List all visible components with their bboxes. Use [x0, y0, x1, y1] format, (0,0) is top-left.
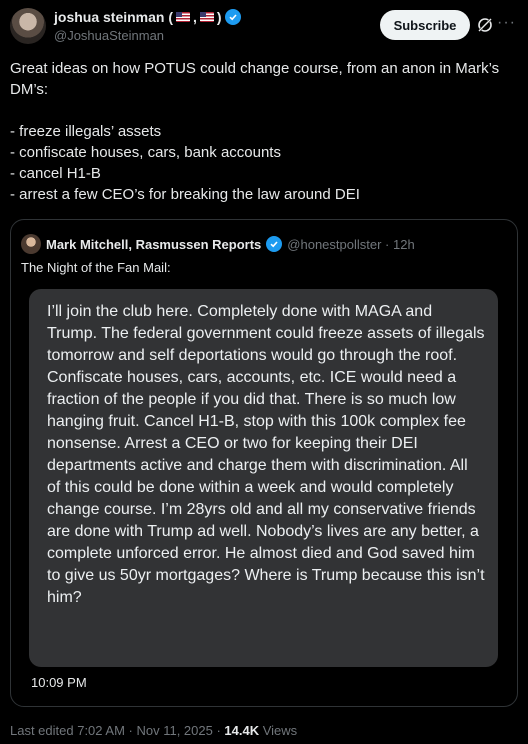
edited-timestamp[interactable]: Last edited 7:02 AM · Nov 11, 2025 ·: [10, 723, 224, 738]
tweet-bullet: - cancel H1-B: [10, 165, 101, 182]
more-options-icon[interactable]: ···: [497, 14, 516, 32]
views-label: Views: [259, 723, 298, 738]
tweet-text: Great ideas on how POTUS could change co…: [10, 58, 520, 205]
verified-badge-icon: [266, 236, 283, 252]
author-handle[interactable]: @JoshuaSteinman: [54, 28, 164, 43]
quote-author-handle: @honestpollster · 12h: [287, 236, 415, 252]
tweet-header: joshua steinman ( , ) @JoshuaSteinman Su…: [10, 6, 518, 46]
quoted-message-image: I’ll join the club here. Completely done…: [29, 289, 498, 667]
tweet-bullet: - freeze illegals’ assets: [10, 123, 162, 140]
tweet-bullet: - arrest a few CEO’s for breaking the la…: [10, 186, 360, 203]
tweet-line: Great ideas on how POTUS could change co…: [10, 60, 500, 98]
us-flag-icon: [199, 12, 214, 22]
subscribe-button[interactable]: Subscribe: [380, 10, 470, 40]
grok-icon[interactable]: [476, 16, 494, 34]
quote-caption: The Night of the Fan Mail:: [21, 260, 171, 275]
author-avatar[interactable]: [10, 8, 46, 44]
message-text: I’ll join the club here. Completely done…: [47, 303, 485, 606]
us-flag-icon: [176, 12, 191, 22]
quote-author-avatar: [21, 234, 41, 254]
author-name[interactable]: joshua steinman (: [54, 9, 173, 25]
verified-badge-icon: [224, 9, 241, 25]
quote-header: Mark Mitchell, Rasmussen Reports @honest…: [21, 234, 415, 254]
message-timestamp: 10:09 PM: [31, 675, 87, 690]
author-name-close: ): [216, 9, 222, 25]
author-name-row[interactable]: joshua steinman ( , ): [54, 9, 241, 25]
quoted-tweet[interactable]: Mark Mitchell, Rasmussen Reports @honest…: [10, 219, 518, 707]
views-count: 14.4K: [224, 723, 260, 738]
tweet-footer: Last edited 7:02 AM · Nov 11, 2025 · 14.…: [10, 723, 297, 738]
quote-author-name: Mark Mitchell, Rasmussen Reports: [46, 236, 262, 252]
tweet-bullet: - confiscate houses, cars, bank accounts: [10, 144, 281, 161]
